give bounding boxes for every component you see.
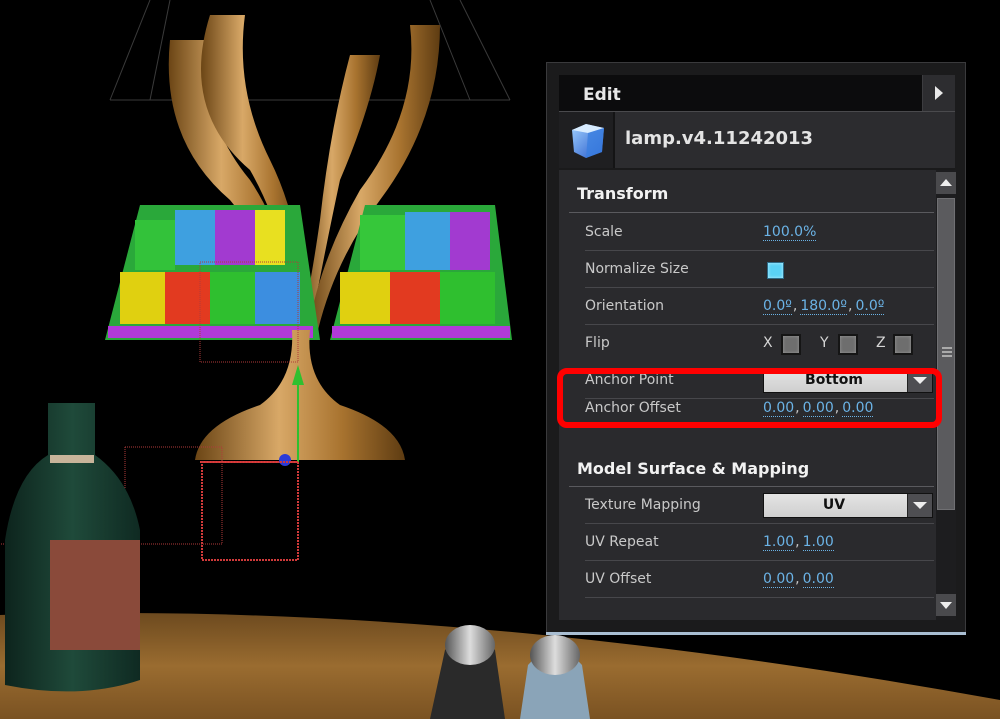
chevron-down-icon[interactable] [907,494,932,517]
anchor-offset-y[interactable]: 0.00 [802,400,834,417]
flip-label: Flip [585,335,610,351]
orientation-x[interactable]: 0.0º [763,298,792,315]
scale-link[interactable]: 100.0% [763,224,817,241]
panel-header: Edit [559,75,955,112]
scroll-down-icon[interactable] [936,594,956,616]
properties-content: Transform Scale 100.0% Normalize Size Or… [559,170,934,620]
row-uv-offset: UV Offset 0.00, 0.00 [585,562,934,598]
flip-x-checkbox[interactable] [781,334,801,355]
uv-repeat-u[interactable]: 1.00 [763,534,795,551]
uv-repeat-value: 1.00, 1.00 [763,534,834,551]
cube-icon [572,124,604,158]
panel-title: Edit [583,85,621,105]
object-row: lamp.v4.11242013 [559,112,955,170]
anchor-offset-x[interactable]: 0.00 [763,400,795,417]
divider [585,423,934,424]
row-flip: Flip X Y Z [585,326,934,362]
row-orientation: Orientation 0.0º, 180.0º, 0.0º [585,289,934,325]
edit-panel-inner: Edit lamp.v4.11242013 Transform Scale 10… [559,75,956,620]
lamp-shade-left [105,205,320,340]
scale-label: Scale [585,224,623,240]
divider [569,486,934,487]
row-uv-repeat: UV Repeat 1.00, 1.00 [585,525,934,561]
row-scale: Scale 100.0% [585,215,934,251]
uv-offset-u[interactable]: 0.00 [763,571,795,588]
edit-panel: Edit lamp.v4.11242013 Transform Scale 10… [546,62,966,634]
orientation-value: 0.0º, 180.0º, 0.0º [763,298,885,315]
uv-offset-v[interactable]: 0.00 [802,571,834,588]
divider [585,287,934,288]
scrollbar-thumb[interactable] [937,198,955,510]
divider [585,324,934,325]
anchor-point-dropdown[interactable]: Bottom [763,368,933,393]
divider [585,523,934,524]
anchor-point-value: Bottom [805,372,863,388]
anchor-offset-z[interactable]: 0.00 [842,400,874,417]
flip-x-label: X [763,335,773,351]
lamp-model [105,15,512,460]
divider [569,212,934,213]
divider [585,250,934,251]
chevron-down-icon[interactable] [907,369,932,392]
texture-mapping-label: Texture Mapping [585,497,701,513]
row-texture-mapping: Texture Mapping UV [585,488,934,524]
object-icon-cell [559,112,615,168]
object-name: lamp.v4.11242013 [625,128,814,149]
scale-value[interactable]: 100.0% [763,224,817,241]
orientation-y[interactable]: 180.0º [800,298,848,315]
anchor-offset-value: 0.00, 0.00, 0.00 [763,400,874,417]
divider [585,597,934,598]
row-anchor-point: Anchor Point Bottom [585,363,934,399]
divider [585,560,934,561]
anchor-point-label: Anchor Point [585,372,674,388]
normalize-size-checkbox[interactable] [767,262,784,279]
uv-offset-label: UV Offset [585,571,652,587]
uv-repeat-label: UV Repeat [585,534,659,550]
orientation-label: Orientation [585,298,665,314]
flip-y-label: Y [820,335,829,351]
scroll-up-icon[interactable] [936,172,956,194]
orientation-z[interactable]: 0.0º [855,298,885,315]
section-transform-title: Transform [577,184,669,203]
scrollbar[interactable] [936,170,956,620]
grip-icon [942,347,952,349]
anchor-offset-label: Anchor Offset [585,400,681,416]
row-normalize-size: Normalize Size [585,252,934,288]
row-anchor-offset: Anchor Offset 0.00, 0.00, 0.00 [585,398,934,434]
texture-mapping-dropdown[interactable]: UV [763,493,933,518]
flip-z-checkbox[interactable] [893,334,913,355]
bottle-model [5,403,140,692]
uv-offset-value: 0.00, 0.00 [763,571,834,588]
texture-mapping-value: UV [822,497,846,513]
triangle-right-icon[interactable] [922,75,955,111]
normalize-size-label: Normalize Size [585,261,689,277]
section-surface-title: Model Surface & Mapping [577,459,810,478]
uv-repeat-v[interactable]: 1.00 [802,534,834,551]
flip-y-checkbox[interactable] [838,334,858,355]
panel-bottom-border [546,632,966,635]
flip-z-label: Z [876,335,886,351]
